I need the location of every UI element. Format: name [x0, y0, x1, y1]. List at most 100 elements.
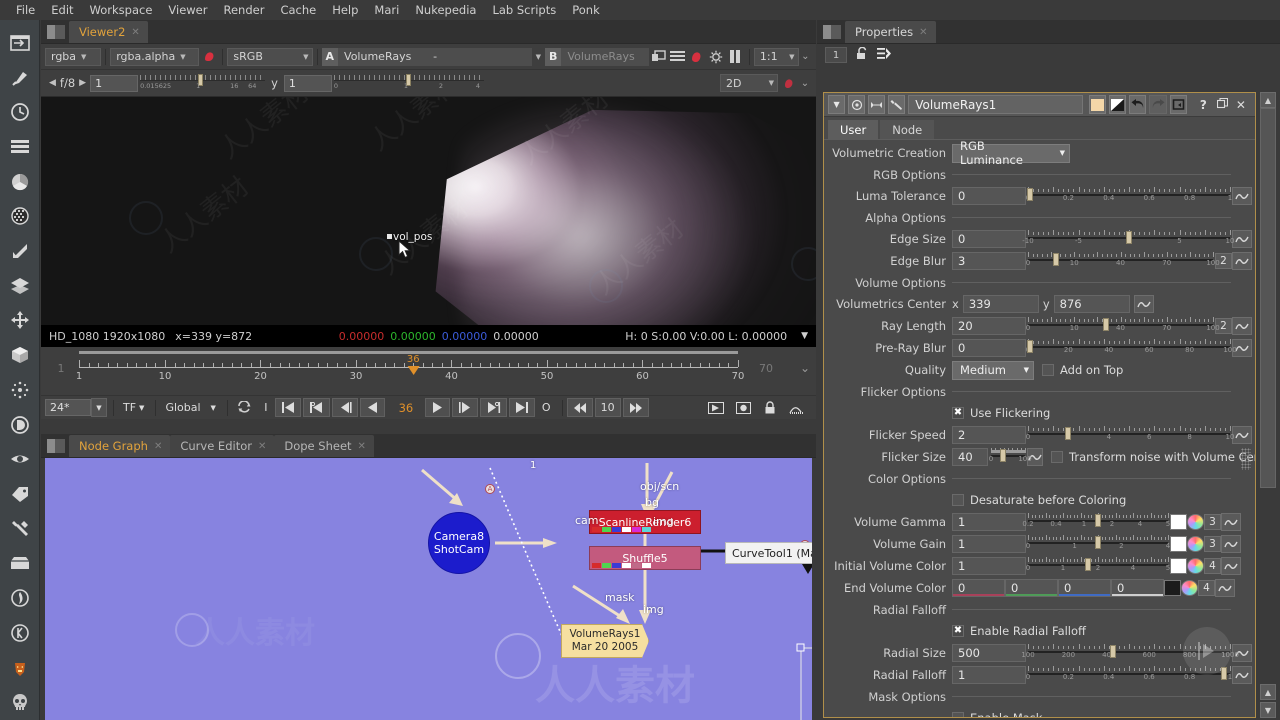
tab-user[interactable]: User — [828, 120, 879, 139]
channel-count[interactable]: 3 — [1204, 536, 1221, 552]
revert-icon[interactable] — [1169, 95, 1187, 114]
views-eye-icon[interactable] — [3, 442, 37, 476]
checkbox[interactable]: ✖ — [952, 407, 964, 419]
mask-blob-icon[interactable] — [778, 73, 798, 93]
property-slider[interactable]: 020406080100 — [1026, 339, 1237, 357]
gamma-slider[interactable]: 0 1 2 4 — [333, 73, 484, 93]
dropdown-volumetric-creation[interactable]: RGB Luminance ▼ — [952, 139, 1070, 167]
checkbox[interactable]: ✖ — [952, 625, 964, 637]
color-swatch-icon[interactable] — [1089, 95, 1107, 114]
roi-icon[interactable] — [649, 47, 668, 67]
node-camera8[interactable]: Camera8 ShotCam — [428, 512, 490, 574]
tab-node[interactable]: Node — [880, 120, 935, 139]
lines-icon[interactable] — [668, 47, 687, 67]
step-forward-icon[interactable] — [451, 398, 478, 417]
fps-dropdown-icon[interactable]: ▼ — [91, 398, 107, 417]
tab-curve-editor[interactable]: Curve Editor ✕ — [170, 435, 275, 457]
checkbox[interactable] — [952, 494, 964, 506]
step-size-input[interactable]: 10 — [594, 398, 621, 417]
tab-viewer2[interactable]: Viewer2 ✕ — [69, 21, 148, 43]
lock-open-icon[interactable] — [855, 46, 869, 63]
expand-chevrons-icon[interactable]: ⌄ — [798, 73, 812, 93]
channel-count[interactable]: 3 — [1204, 514, 1221, 530]
first-frame-icon[interactable] — [274, 398, 301, 417]
play-forward-icon[interactable] — [424, 398, 450, 417]
checkbox[interactable] — [1051, 451, 1063, 463]
node-curvetool1[interactable]: CurveTool1 (Max Luma P — [725, 542, 812, 564]
chevron-down-icon[interactable]: ▼ — [801, 331, 808, 341]
menu-item-edit[interactable]: Edit — [43, 0, 81, 20]
particles-icon[interactable] — [3, 373, 37, 407]
input-volume-gain[interactable]: 1 — [952, 535, 1026, 553]
paint-brush-icon[interactable] — [3, 61, 37, 95]
color-wheel-icon[interactable] — [1181, 580, 1198, 596]
transform-move-icon[interactable] — [3, 304, 37, 338]
color-swatch[interactable] — [1164, 580, 1181, 596]
color-swatch[interactable] — [1170, 558, 1187, 574]
sync-mode-button[interactable]: Global ▼ — [160, 398, 220, 417]
panel-grip-icon[interactable] — [47, 25, 65, 39]
property-slider[interactable]: 01245 — [1026, 557, 1170, 575]
scroll-up-icon[interactable]: ▲ — [1260, 92, 1276, 108]
3d-box-icon[interactable] — [3, 338, 37, 372]
scroll-down-icon[interactable]: ▼ — [1260, 702, 1276, 718]
zoom-selector[interactable]: 1:1 ▼ — [753, 47, 799, 66]
animation-curve-icon[interactable] — [1232, 252, 1252, 270]
tab-node-graph[interactable]: Node Graph ✕ — [69, 435, 171, 457]
gain-prev-icon[interactable]: ◀ — [45, 78, 60, 88]
chevron-down-icon[interactable]: ▼ — [532, 47, 545, 67]
help-icon[interactable]: ? — [1196, 98, 1211, 112]
last-frame-icon[interactable] — [508, 398, 535, 417]
input-edge-size[interactable]: 0 — [952, 230, 1026, 248]
input-volume-gamma[interactable]: 1 — [952, 513, 1026, 531]
histogram-icon[interactable] — [784, 398, 810, 417]
close-icon[interactable]: ✕ — [1234, 98, 1251, 112]
timeline-out-frame[interactable]: 70 — [746, 355, 786, 381]
color-wheel-icon[interactable] — [1187, 558, 1204, 574]
menu-item-render[interactable]: Render — [215, 0, 272, 20]
pause-icon[interactable] — [726, 47, 745, 67]
vol-pos-handle[interactable] — [387, 234, 392, 239]
property-slider[interactable]: 0 10 40 70 100 — [1026, 252, 1220, 270]
animation-curve-icon[interactable] — [1221, 535, 1241, 553]
input-initial-volume-color[interactable]: 1 — [952, 557, 1026, 575]
channel-selector[interactable]: rgba ▼ — [45, 47, 102, 66]
menu-item-ponk[interactable]: Ponk — [564, 0, 608, 20]
viewer-input-icon[interactable] — [3, 26, 37, 60]
scrollbar-thumb[interactable] — [1260, 108, 1276, 488]
property-slider[interactable]: 00.20.40.60.81 — [1026, 187, 1232, 205]
property-slider[interactable]: 0124 — [1026, 535, 1170, 553]
color-swatch[interactable] — [1170, 536, 1187, 552]
deep-icon[interactable] — [3, 408, 37, 442]
menu-item-cache[interactable]: Cache — [272, 0, 324, 20]
step-back-icon[interactable] — [331, 398, 358, 417]
input-pre-ray-blur[interactable]: 0 — [952, 339, 1026, 357]
current-frame-display[interactable]: 36 — [387, 401, 425, 415]
property-slider[interactable]: 0246810 — [1026, 426, 1234, 444]
animation-curve-icon[interactable] — [1232, 317, 1252, 335]
collapse-arrow-icon[interactable]: ▼ — [828, 95, 846, 114]
animation-curve-icon[interactable] — [1232, 230, 1252, 248]
merge-layers-icon[interactable] — [3, 269, 37, 303]
menu-item-workspace[interactable]: Workspace — [82, 0, 161, 20]
dropdown-quality[interactable]: Medium ▼ — [952, 360, 1034, 380]
property-slider[interactable]: 100 200 400 600 800 1000 — [1021, 644, 1239, 662]
menu-item-help[interactable]: Help — [324, 0, 366, 20]
node-error-badge[interactable]: A — [485, 484, 495, 494]
checkbox[interactable] — [1042, 364, 1054, 376]
timeline-ruler[interactable]: 1 10 20 30 40 50 60 70 36 — [76, 349, 744, 393]
time-clock-icon[interactable] — [3, 95, 37, 129]
node-shuffle5[interactable]: Shuffle5 — [589, 546, 701, 570]
fps-input[interactable]: 24* — [45, 399, 91, 416]
close-icon[interactable]: ✕ — [919, 27, 927, 38]
disable-dot-icon[interactable] — [848, 95, 866, 114]
furnace-icon[interactable] — [3, 581, 37, 615]
metadata-tag-icon[interactable] — [3, 477, 37, 511]
scroll-down-arrow-icon[interactable]: ▲ — [1260, 684, 1276, 700]
input-volumetrics-center-x[interactable]: 339 — [962, 295, 1039, 313]
input-luma-tolerance[interactable]: 0 — [952, 187, 1026, 205]
checkbox-add-on-top[interactable]: Add on Top — [1042, 363, 1123, 377]
back-fast-icon[interactable] — [566, 398, 593, 417]
undo-icon[interactable] — [1129, 95, 1147, 114]
close-icon[interactable]: ✕ — [258, 441, 266, 452]
